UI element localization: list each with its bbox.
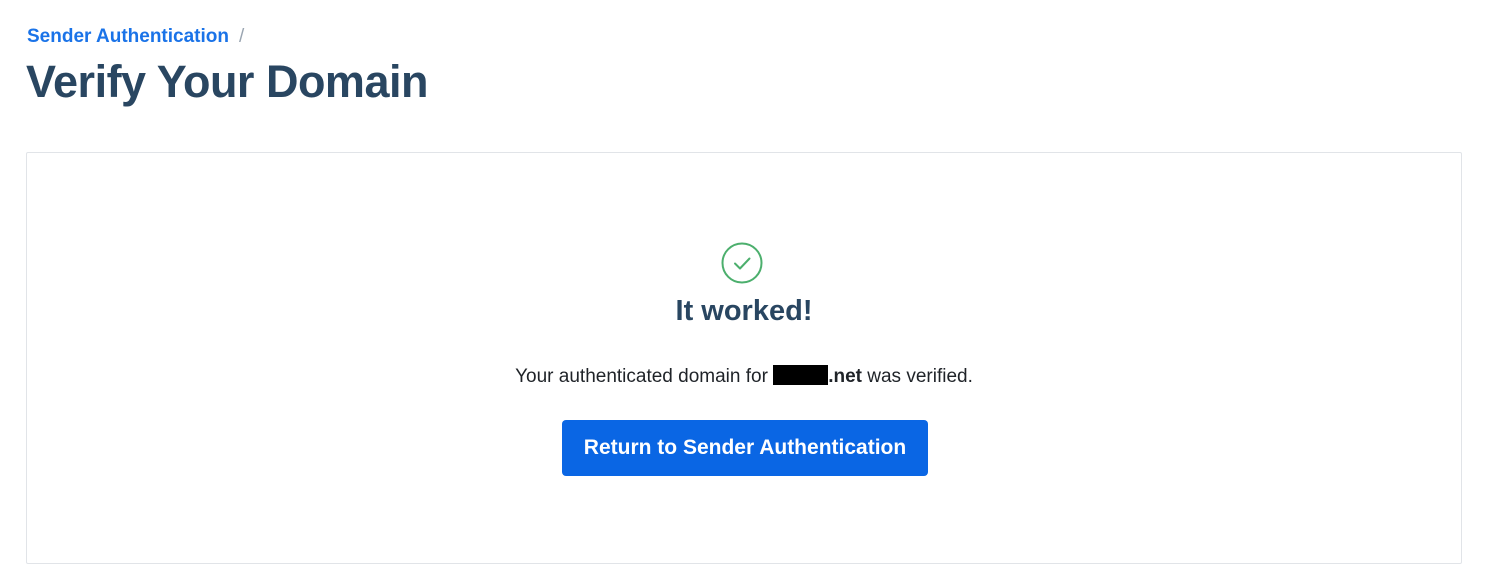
breadcrumb-separator: /: [238, 26, 245, 47]
verification-message: Your authenticated domain for .net was v…: [27, 364, 1461, 390]
redacted-domain-block: [773, 365, 829, 385]
message-suffix: was verified.: [867, 366, 973, 387]
breadcrumb: Sender Authentication /: [27, 25, 244, 49]
verification-result-card: It worked! Your authenticated domain for…: [26, 152, 1462, 564]
success-title: It worked!: [675, 295, 813, 327]
breadcrumb-sender-authentication-link[interactable]: Sender Authentication: [27, 26, 229, 48]
check-circle-icon: [721, 242, 763, 284]
page-title: Verify Your Domain: [26, 56, 428, 107]
message-prefix: Your authenticated domain for: [515, 366, 768, 387]
domain-suffix: .net: [828, 366, 862, 387]
return-to-sender-authentication-button[interactable]: Return to Sender Authentication: [562, 420, 928, 476]
